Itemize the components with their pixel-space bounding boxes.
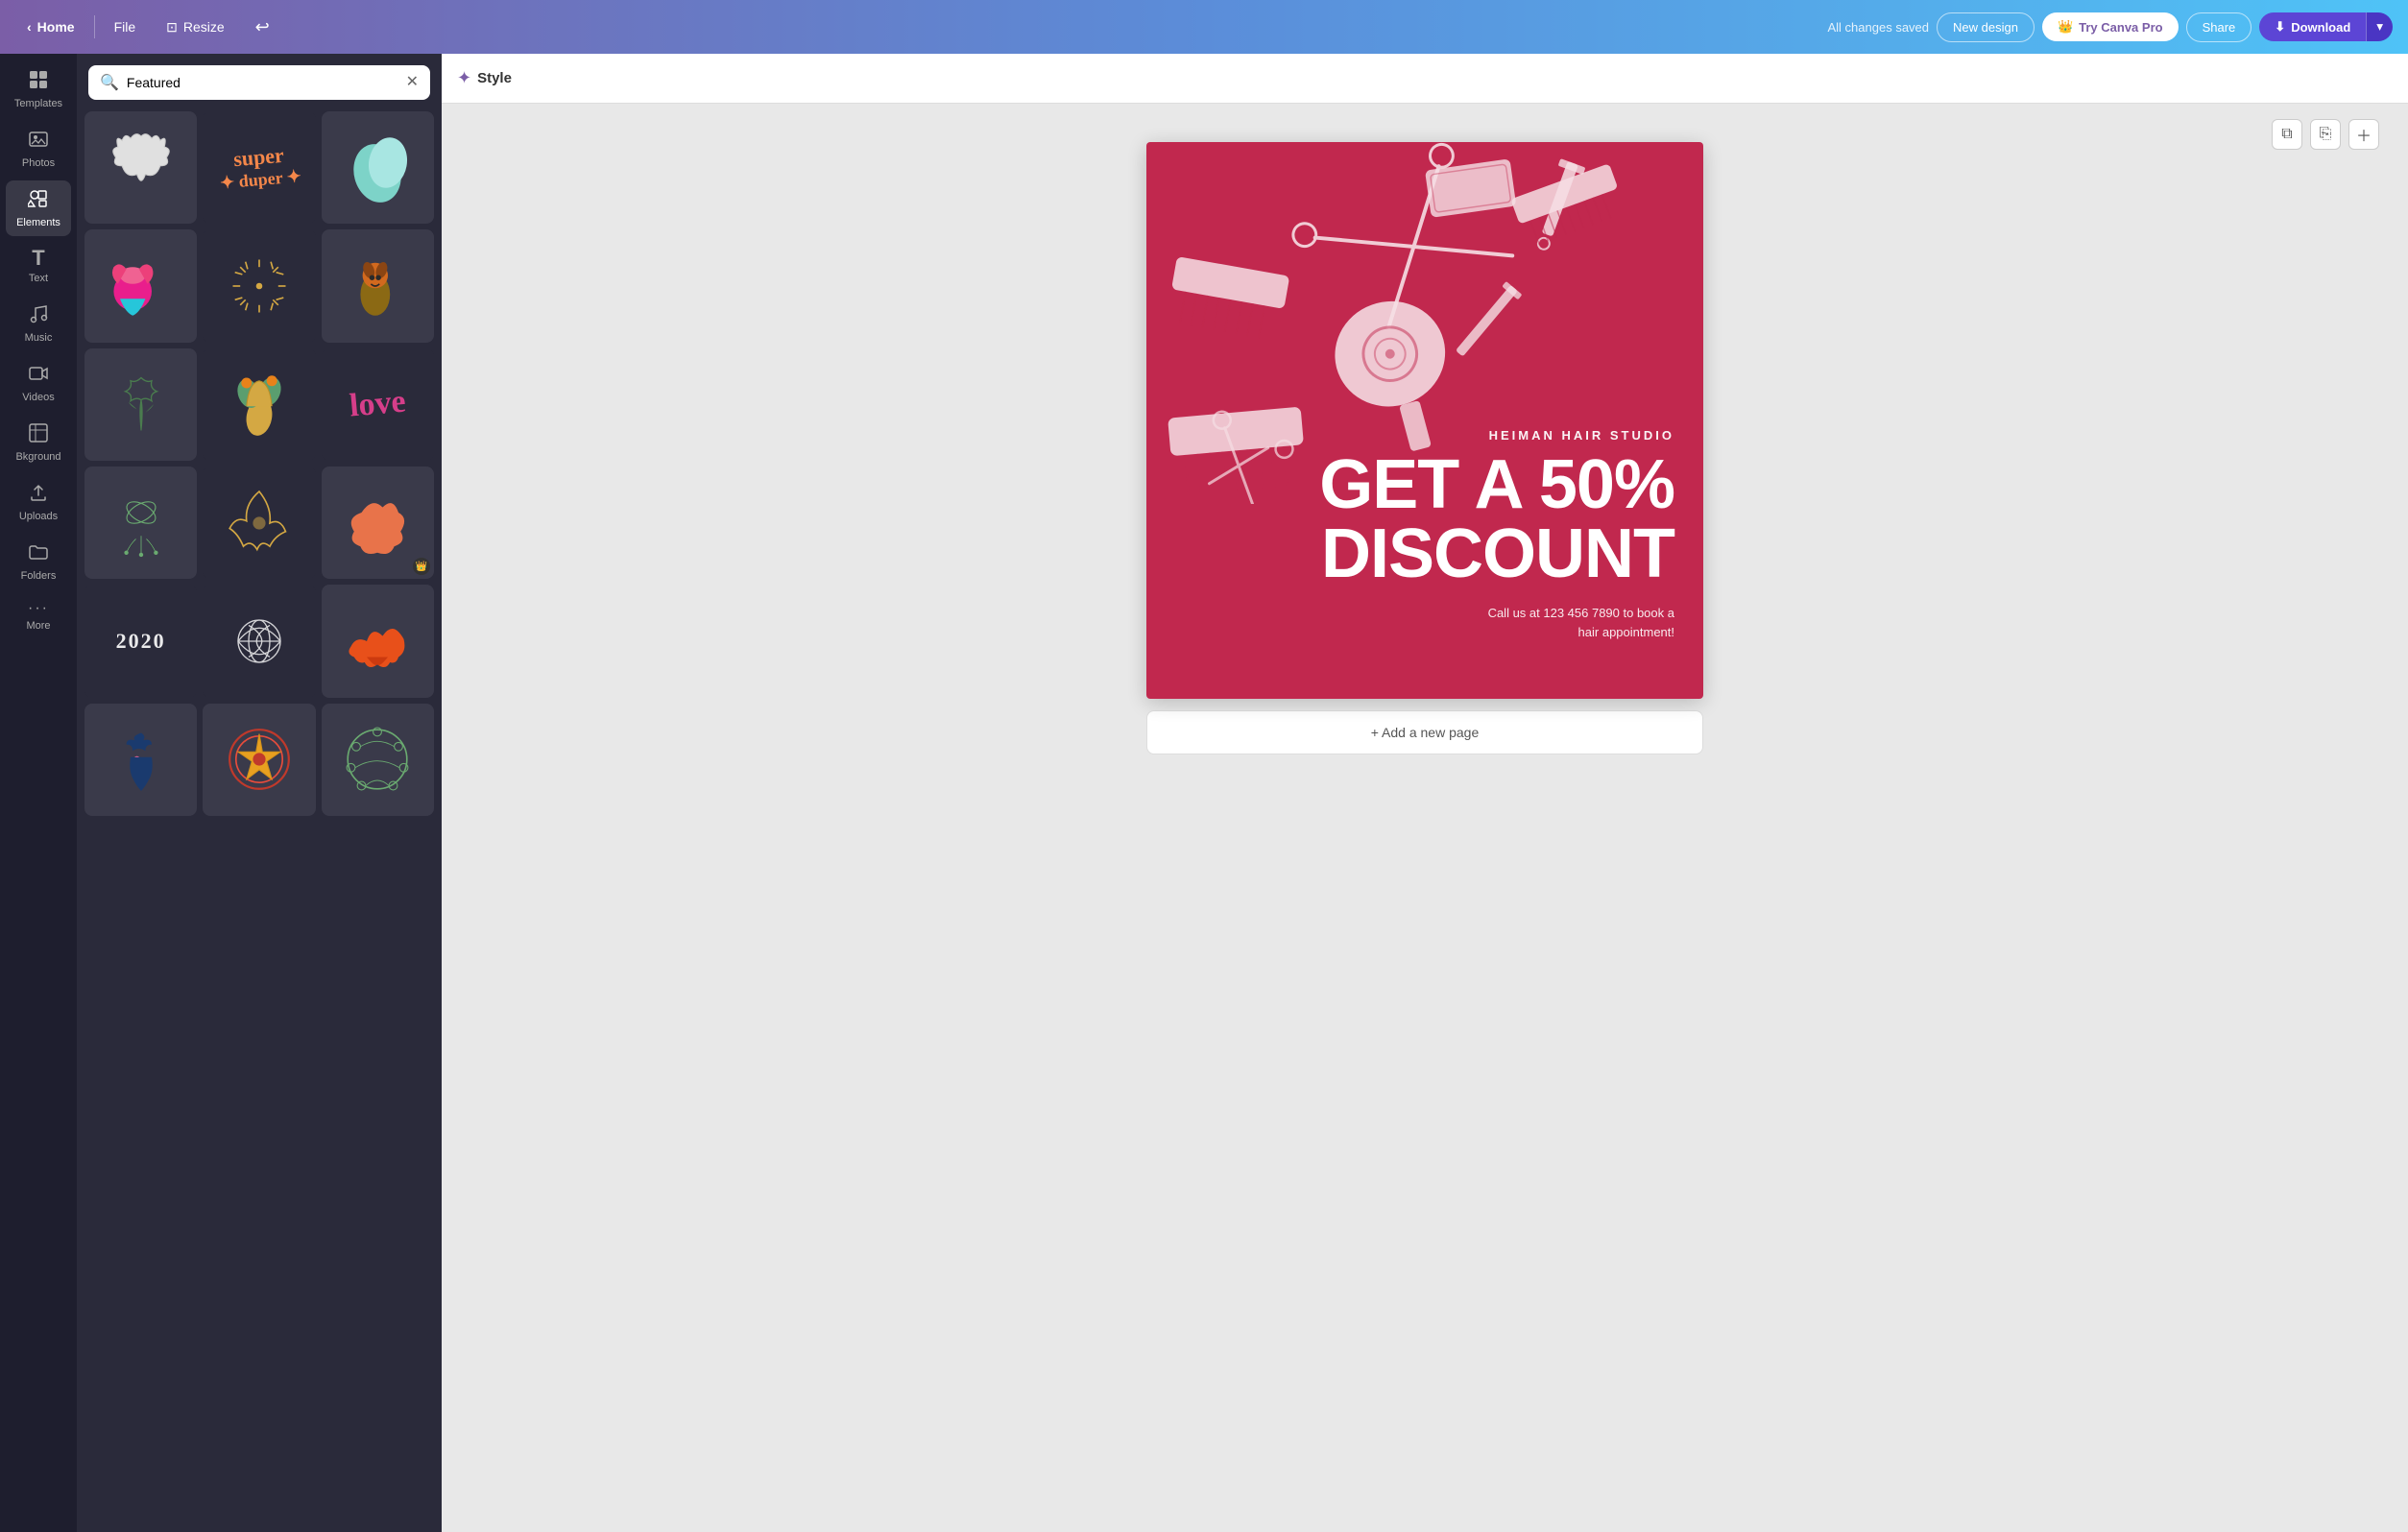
- music-icon: [28, 303, 49, 328]
- nav-divider: [94, 15, 95, 38]
- undo-button[interactable]: ↩: [244, 12, 281, 43]
- videos-icon: [28, 363, 49, 388]
- element-item[interactable]: [322, 229, 434, 342]
- sidebar-label-photos: Photos: [22, 157, 55, 169]
- try-pro-button[interactable]: 👑 Try Canva Pro: [2042, 12, 2179, 41]
- share-button[interactable]: Share: [2186, 12, 2252, 42]
- download-icon: ⬇: [2275, 19, 2285, 35]
- sidebar-label-more: More: [26, 620, 50, 632]
- contact-text: Call us at 123 456 7890 to book ahair ap…: [1319, 604, 1674, 641]
- resize-icon: ⊡: [166, 19, 178, 36]
- sidebar-item-folders[interactable]: Folders: [6, 534, 71, 589]
- crown-icon: 👑: [2058, 19, 2073, 35]
- element-item[interactable]: [203, 585, 315, 697]
- sidebar-label-uploads: Uploads: [19, 511, 58, 522]
- sidebar-label-text: Text: [29, 273, 48, 284]
- sidebar-label-videos: Videos: [22, 392, 54, 403]
- elements-panel: 🔍 ✕ super ✦ duper ✦: [77, 54, 442, 1532]
- sidebar-item-text[interactable]: T Text: [6, 240, 71, 292]
- element-item[interactable]: [203, 467, 315, 579]
- element-item[interactable]: [322, 704, 434, 816]
- download-group: ⬇ Download ▾: [2259, 12, 2393, 41]
- element-item[interactable]: [84, 467, 197, 579]
- search-clear-button[interactable]: ✕: [406, 75, 419, 90]
- icon-sidebar: Templates Photos Elements: [0, 54, 77, 1532]
- sidebar-label-elements: Elements: [16, 217, 60, 228]
- pro-badge: 👑: [413, 558, 430, 575]
- elements-icon: [28, 188, 49, 213]
- sidebar-label-templates: Templates: [14, 98, 62, 109]
- search-input-wrap: 🔍 ✕: [88, 65, 430, 100]
- sidebar-item-templates[interactable]: Templates: [6, 61, 71, 117]
- canvas-controls: ⧉ ⎘ ＋: [2272, 119, 2379, 150]
- add-page-button[interactable]: + Add a new page: [1146, 710, 1703, 754]
- text-icon: T: [32, 248, 44, 269]
- discount-headline: GET A 50% DISCOUNT: [1319, 450, 1674, 588]
- sidebar-item-more[interactable]: ··· More: [6, 593, 71, 639]
- element-item[interactable]: [203, 704, 315, 816]
- chevron-left-icon: ‹: [27, 19, 32, 35]
- chevron-down-icon: ▾: [2376, 19, 2383, 34]
- main-layout: Templates Photos Elements: [0, 54, 2408, 1532]
- search-icon: 🔍: [100, 73, 119, 92]
- studio-name: HEIMAN HAIR STUDIO: [1319, 428, 1674, 443]
- sidebar-item-uploads[interactable]: Uploads: [6, 474, 71, 530]
- elements-grid-container: super ✦ duper ✦: [77, 111, 442, 1532]
- download-button[interactable]: ⬇ Download: [2259, 12, 2366, 41]
- style-label: ✦ Style: [457, 68, 512, 88]
- background-icon: [28, 422, 49, 447]
- copy-button[interactable]: ⎘: [2310, 119, 2341, 150]
- element-item[interactable]: super ✦ duper ✦: [203, 111, 315, 224]
- design-card[interactable]: HEIMAN HAIR STUDIO GET A 50% DISCOUNT Ca…: [1146, 142, 1703, 699]
- sidebar-item-music[interactable]: Music: [6, 296, 71, 351]
- download-options-button[interactable]: ▾: [2366, 12, 2393, 41]
- add-canvas-button[interactable]: ＋: [2348, 119, 2379, 150]
- file-button[interactable]: File: [103, 13, 148, 40]
- templates-icon: [28, 69, 49, 94]
- element-item[interactable]: 👑: [322, 467, 434, 579]
- element-item[interactable]: [322, 111, 434, 224]
- element-item[interactable]: love: [322, 348, 434, 461]
- more-icon: ···: [28, 601, 49, 616]
- sidebar-label-music: Music: [25, 332, 53, 344]
- element-item[interactable]: [203, 348, 315, 461]
- search-input[interactable]: [127, 75, 398, 90]
- sidebar-item-background[interactable]: Bkground: [6, 415, 71, 470]
- sidebar-item-videos[interactable]: Videos: [6, 355, 71, 411]
- elements-grid: super ✦ duper ✦: [84, 111, 434, 816]
- add-page-bar: + Add a new page: [1146, 710, 1703, 754]
- duplicate-page-button[interactable]: ⧉: [2272, 119, 2302, 150]
- salon-text-block: HEIMAN HAIR STUDIO GET A 50% DISCOUNT Ca…: [1319, 428, 1674, 641]
- style-icon: ✦: [457, 68, 471, 88]
- element-item[interactable]: [203, 229, 315, 342]
- style-toolbar: ✦ Style: [442, 54, 2408, 104]
- top-nav: ‹ Home File ⊡ Resize ↩ All changes saved…: [0, 0, 2408, 54]
- photos-icon: [28, 129, 49, 154]
- sidebar-label-folders: Folders: [21, 570, 57, 582]
- element-item[interactable]: [84, 348, 197, 461]
- element-item[interactable]: [84, 229, 197, 342]
- resize-button[interactable]: ⊡ Resize: [155, 13, 236, 41]
- canvas-area: ✦ Style ⧉ ⎘ ＋: [442, 54, 2408, 1532]
- element-item[interactable]: [84, 704, 197, 816]
- folders-icon: [28, 541, 49, 566]
- sidebar-label-background: Bkground: [15, 451, 60, 463]
- search-bar: 🔍 ✕: [77, 54, 442, 111]
- element-item[interactable]: [322, 585, 434, 697]
- element-item[interactable]: 2020: [84, 585, 197, 697]
- canvas-wrapper: ⧉ ⎘ ＋: [442, 104, 2408, 1532]
- new-design-button[interactable]: New design: [1937, 12, 2035, 42]
- home-button[interactable]: ‹ Home: [15, 13, 86, 40]
- saved-status: All changes saved: [1828, 20, 1930, 35]
- nav-right-actions: New design 👑 Try Canva Pro Share ⬇ Downl…: [1937, 12, 2393, 42]
- element-item[interactable]: [84, 111, 197, 224]
- sidebar-item-elements[interactable]: Elements: [6, 180, 71, 236]
- sidebar-item-photos[interactable]: Photos: [6, 121, 71, 177]
- uploads-icon: [28, 482, 49, 507]
